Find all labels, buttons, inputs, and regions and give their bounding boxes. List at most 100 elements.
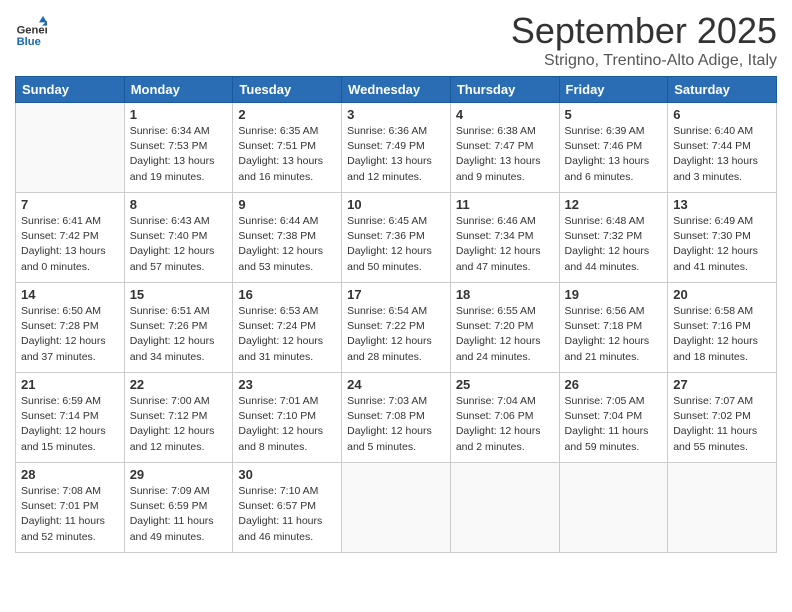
calendar-cell: 27Sunrise: 7:07 AM Sunset: 7:02 PM Dayli…: [668, 373, 777, 463]
location-title: Strigno, Trentino-Alto Adige, Italy: [511, 52, 777, 70]
calendar-cell: 24 Sunrise: 7:03 AM Sunset: 7:08 PM Dayli…: [342, 373, 451, 463]
calendar-cell: 25Sunrise: 7:04 AM Sunset: 7:06 PM Dayli…: [450, 373, 559, 463]
calendar-cell: [450, 463, 559, 553]
day-info: Sunrise: 6:41 AM Sunset: 7:42 PM Dayligh…: [21, 214, 119, 275]
calendar-cell: [16, 103, 125, 193]
day-number: 26: [565, 377, 663, 392]
calendar-cell: 4Sunrise: 6:38 AM Sunset: 7:47 PM Daylig…: [450, 103, 559, 193]
day-number: 21: [21, 377, 119, 392]
calendar-cell: 12 Sunrise: 6:48 AM Sunset: 7:32 PM Dayli…: [559, 193, 668, 283]
day-number: 14: [21, 287, 119, 302]
calendar-cell: 13Sunrise: 6:49 AM Sunset: 7:30 PM Dayli…: [668, 193, 777, 283]
day-info: Sunrise: 6:55 AM Sunset: 7:20 PM Dayligh…: [456, 304, 554, 365]
day-info: Sunrise: 6:36 AM Sunset: 7:49 PM Dayligh…: [347, 124, 445, 185]
day-number: 9: [238, 197, 336, 212]
day-number: 30: [238, 467, 336, 482]
day-info: Sunrise: 6:44 AM Sunset: 7:38 PM Dayligh…: [238, 214, 336, 275]
calendar-cell: 16 Sunrise: 6:53 AM Sunset: 7:24 PM Dayli…: [233, 283, 342, 373]
calendar-cell: 15Sunrise: 6:51 AM Sunset: 7:26 PM Dayli…: [124, 283, 233, 373]
day-number: 24: [347, 377, 445, 392]
day-info: Sunrise: 7:00 AM Sunset: 7:12 PM Dayligh…: [130, 394, 228, 455]
day-number: 10: [347, 197, 445, 212]
day-info: Sunrise: 6:53 AM Sunset: 7:24 PM Dayligh…: [238, 304, 336, 365]
weekday-header-row: SundayMondayTuesdayWednesdayThursdayFrid…: [16, 77, 777, 103]
day-info: Sunrise: 7:09 AM Sunset: 6:59 PM Dayligh…: [130, 484, 228, 545]
day-info: Sunrise: 6:40 AM Sunset: 7:44 PM Dayligh…: [673, 124, 771, 185]
day-number: 3: [347, 107, 445, 122]
day-number: 22: [130, 377, 228, 392]
day-number: 23: [238, 377, 336, 392]
calendar-cell: 28 Sunrise: 7:08 AM Sunset: 7:01 PM Dayli…: [16, 463, 125, 553]
day-number: 16: [238, 287, 336, 302]
day-info: Sunrise: 6:54 AM Sunset: 7:22 PM Dayligh…: [347, 304, 445, 365]
day-info: Sunrise: 6:58 AM Sunset: 7:16 PM Dayligh…: [673, 304, 771, 365]
weekday-header-wednesday: Wednesday: [342, 77, 451, 103]
calendar-cell: 10 Sunrise: 6:45 AM Sunset: 7:36 PM Dayli…: [342, 193, 451, 283]
day-info: Sunrise: 6:45 AM Sunset: 7:36 PM Dayligh…: [347, 214, 445, 275]
calendar-table: SundayMondayTuesdayWednesdayThursdayFrid…: [15, 76, 777, 553]
svg-text:General: General: [17, 25, 47, 37]
day-number: 18: [456, 287, 554, 302]
calendar-cell: 9 Sunrise: 6:44 AM Sunset: 7:38 PM Daylig…: [233, 193, 342, 283]
logo: General Blue: [15, 16, 47, 48]
calendar-cell: 2 Sunrise: 6:35 AM Sunset: 7:51 PM Daylig…: [233, 103, 342, 193]
calendar-cell: 7 Sunrise: 6:41 AM Sunset: 7:42 PM Daylig…: [16, 193, 125, 283]
calendar-cell: 11 Sunrise: 6:46 AM Sunset: 7:34 PM Dayli…: [450, 193, 559, 283]
day-info: Sunrise: 7:03 AM Sunset: 7:08 PM Dayligh…: [347, 394, 445, 455]
calendar-cell: [342, 463, 451, 553]
calendar-cell: 18 Sunrise: 6:55 AM Sunset: 7:20 PM Dayli…: [450, 283, 559, 373]
week-row-5: 28 Sunrise: 7:08 AM Sunset: 7:01 PM Dayli…: [16, 463, 777, 553]
day-number: 12: [565, 197, 663, 212]
week-row-3: 14 Sunrise: 6:50 AM Sunset: 7:28 PM Dayli…: [16, 283, 777, 373]
weekday-header-monday: Monday: [124, 77, 233, 103]
weekday-header-sunday: Sunday: [16, 77, 125, 103]
week-row-2: 7 Sunrise: 6:41 AM Sunset: 7:42 PM Daylig…: [16, 193, 777, 283]
calendar-cell: 8Sunrise: 6:43 AM Sunset: 7:40 PM Daylig…: [124, 193, 233, 283]
day-info: Sunrise: 6:39 AM Sunset: 7:46 PM Dayligh…: [565, 124, 663, 185]
calendar-cell: [559, 463, 668, 553]
day-info: Sunrise: 6:59 AM Sunset: 7:14 PM Dayligh…: [21, 394, 119, 455]
calendar-cell: 26 Sunrise: 7:05 AM Sunset: 7:04 PM Dayli…: [559, 373, 668, 463]
calendar-cell: 3 Sunrise: 6:36 AM Sunset: 7:49 PM Daylig…: [342, 103, 451, 193]
day-info: Sunrise: 6:38 AM Sunset: 7:47 PM Dayligh…: [456, 124, 554, 185]
day-number: 1: [130, 107, 228, 122]
day-number: 11: [456, 197, 554, 212]
calendar-cell: 5 Sunrise: 6:39 AM Sunset: 7:46 PM Daylig…: [559, 103, 668, 193]
weekday-header-saturday: Saturday: [668, 77, 777, 103]
day-info: Sunrise: 7:05 AM Sunset: 7:04 PM Dayligh…: [565, 394, 663, 455]
day-info: Sunrise: 6:46 AM Sunset: 7:34 PM Dayligh…: [456, 214, 554, 275]
day-number: 7: [21, 197, 119, 212]
calendar-cell: 29 Sunrise: 7:09 AM Sunset: 6:59 PM Dayli…: [124, 463, 233, 553]
day-number: 29: [130, 467, 228, 482]
week-row-4: 21 Sunrise: 6:59 AM Sunset: 7:14 PM Dayli…: [16, 373, 777, 463]
day-info: Sunrise: 6:56 AM Sunset: 7:18 PM Dayligh…: [565, 304, 663, 365]
calendar-cell: 19 Sunrise: 6:56 AM Sunset: 7:18 PM Dayli…: [559, 283, 668, 373]
day-number: 19: [565, 287, 663, 302]
calendar-cell: 21 Sunrise: 6:59 AM Sunset: 7:14 PM Dayli…: [16, 373, 125, 463]
svg-text:Blue: Blue: [17, 36, 41, 48]
weekday-header-tuesday: Tuesday: [233, 77, 342, 103]
day-number: 2: [238, 107, 336, 122]
logo-icon: General Blue: [15, 16, 47, 48]
calendar-cell: 23Sunrise: 7:01 AM Sunset: 7:10 PM Dayli…: [233, 373, 342, 463]
calendar-cell: [668, 463, 777, 553]
calendar-cell: 30Sunrise: 7:10 AM Sunset: 6:57 PM Dayli…: [233, 463, 342, 553]
weekday-header-friday: Friday: [559, 77, 668, 103]
day-number: 5: [565, 107, 663, 122]
day-info: Sunrise: 6:35 AM Sunset: 7:51 PM Dayligh…: [238, 124, 336, 185]
calendar-cell: 14 Sunrise: 6:50 AM Sunset: 7:28 PM Dayli…: [16, 283, 125, 373]
calendar-cell: 6 Sunrise: 6:40 AM Sunset: 7:44 PM Daylig…: [668, 103, 777, 193]
day-info: Sunrise: 6:50 AM Sunset: 7:28 PM Dayligh…: [21, 304, 119, 365]
weekday-header-thursday: Thursday: [450, 77, 559, 103]
day-number: 6: [673, 107, 771, 122]
calendar-cell: 1Sunrise: 6:34 AM Sunset: 7:53 PM Daylig…: [124, 103, 233, 193]
day-number: 28: [21, 467, 119, 482]
day-info: Sunrise: 6:49 AM Sunset: 7:30 PM Dayligh…: [673, 214, 771, 275]
day-number: 17: [347, 287, 445, 302]
month-title: September 2025: [511, 10, 777, 52]
day-info: Sunrise: 6:43 AM Sunset: 7:40 PM Dayligh…: [130, 214, 228, 275]
day-info: Sunrise: 7:08 AM Sunset: 7:01 PM Dayligh…: [21, 484, 119, 545]
calendar-cell: 20Sunrise: 6:58 AM Sunset: 7:16 PM Dayli…: [668, 283, 777, 373]
day-info: Sunrise: 6:48 AM Sunset: 7:32 PM Dayligh…: [565, 214, 663, 275]
day-number: 27: [673, 377, 771, 392]
